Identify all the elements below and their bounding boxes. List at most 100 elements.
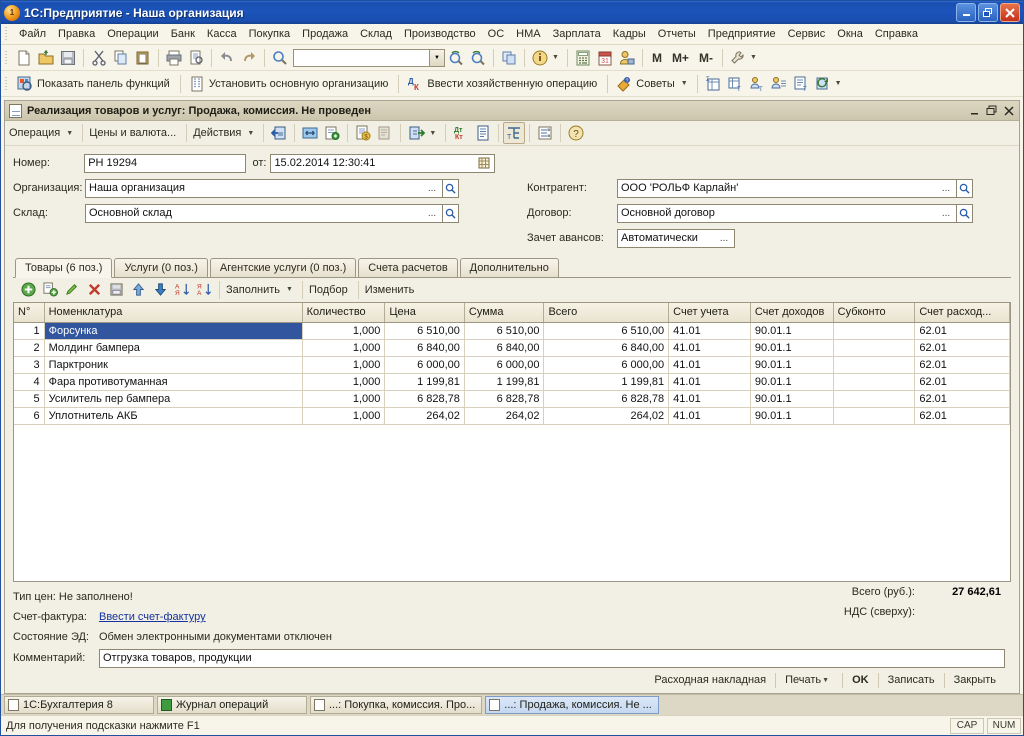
contract-open-icon[interactable] xyxy=(957,203,973,223)
cell-expense-account[interactable]: 62.01 xyxy=(914,373,1010,391)
table-row[interactable]: 2 Молдинг бампера 1,000 6 840,00 6 840,0… xyxy=(14,339,1010,357)
close-button[interactable] xyxy=(1000,3,1020,22)
new-document-icon[interactable] xyxy=(13,47,35,69)
cell-nomenclature[interactable]: Фара противотуманная xyxy=(44,373,303,391)
date-input[interactable]: 15.02.2014 12:30:41 xyxy=(270,153,495,173)
cell-income-account[interactable]: 90.01.1 xyxy=(750,407,834,425)
cell-price[interactable]: 6 510,00 xyxy=(384,322,465,340)
sort-descending-icon[interactable]: ЯА xyxy=(193,279,215,301)
cell-sum[interactable]: 6 840,00 xyxy=(464,339,545,357)
menu-warehouse[interactable]: Склад xyxy=(354,26,398,42)
memory-recall-button[interactable]: M xyxy=(647,51,667,65)
cell-subconto[interactable] xyxy=(833,373,916,391)
cell-sum[interactable]: 6 510,00 xyxy=(464,322,545,340)
move-down-icon[interactable] xyxy=(149,279,171,301)
tools-dropdown-icon[interactable]: ▼ xyxy=(749,54,761,61)
print-icon[interactable] xyxy=(163,47,185,69)
report-list-icon[interactable] xyxy=(768,73,790,95)
selection-button[interactable]: Подбор xyxy=(307,279,354,301)
cell-account[interactable]: 41.01 xyxy=(668,407,751,425)
cell-quantity[interactable]: 1,000 xyxy=(302,390,386,408)
cell-income-account[interactable]: 90.01.1 xyxy=(750,356,834,374)
tips-button[interactable]: ? Советы ▼ xyxy=(612,73,692,95)
col-account[interactable]: Счет учета xyxy=(668,303,751,323)
goods-table[interactable]: N° Номенклатура Количество Цена Сумма Вс… xyxy=(13,302,1011,582)
comment-input[interactable]: Отгрузка товаров, продукции xyxy=(99,648,1005,668)
minimize-button[interactable] xyxy=(956,3,976,22)
cell-subconto[interactable] xyxy=(833,390,916,408)
table-row[interactable]: 5 Усилитель пер бампера 1,000 6 828,78 6… xyxy=(14,390,1010,408)
info-icon[interactable] xyxy=(529,47,551,69)
cell-expense-account[interactable]: 62.01 xyxy=(914,356,1010,374)
tab-agency-services[interactable]: Агентские услуги (0 поз.) xyxy=(209,258,357,277)
advance-offset-input[interactable]: Автоматически ... xyxy=(617,228,735,248)
menu-file[interactable]: Файл xyxy=(13,26,52,42)
document-minimize-button[interactable] xyxy=(966,103,983,119)
repost-document-icon[interactable] xyxy=(299,122,321,144)
print-button[interactable]: Печать ▼ xyxy=(776,670,842,690)
cancel-posting-icon[interactable] xyxy=(321,122,343,144)
col-number[interactable]: N° xyxy=(14,303,45,323)
table-row[interactable]: 6 Уплотнитель АКБ 1,000 264,02 264,02 26… xyxy=(14,407,1010,425)
document-restore-button[interactable] xyxy=(983,103,1000,119)
cell-quantity[interactable]: 1,000 xyxy=(302,339,386,357)
delete-row-icon[interactable] xyxy=(83,279,105,301)
ok-button[interactable]: OK xyxy=(843,670,878,690)
report-sum-icon[interactable]: Σ xyxy=(702,73,724,95)
table-row[interactable]: 1 Форсунка 1,000 6 510,00 6 510,00 6 510… xyxy=(14,322,1010,340)
cell-account[interactable]: 41.01 xyxy=(668,390,751,408)
menu-hr[interactable]: Кадры xyxy=(607,26,652,42)
menu-reports[interactable]: Отчеты xyxy=(652,26,702,42)
calculator-icon[interactable] xyxy=(572,47,594,69)
document-register-icon[interactable] xyxy=(472,122,494,144)
tools-wrench-icon[interactable] xyxy=(727,47,749,69)
cell-total[interactable]: 6 828,78 xyxy=(543,390,670,408)
report-group-icon[interactable]: T xyxy=(746,73,768,95)
taskbar-item-journal[interactable]: Журнал операций xyxy=(157,696,307,714)
organization-select-icon[interactable]: ... xyxy=(424,180,440,197)
paste-icon[interactable] xyxy=(132,47,154,69)
cell-subconto[interactable] xyxy=(833,339,916,357)
taskbar-item-sale[interactable]: ...: Продажа, комиссия. Не ... xyxy=(485,696,659,714)
menu-production[interactable]: Производство xyxy=(398,26,482,42)
cell-income-account[interactable]: 90.01.1 xyxy=(750,390,834,408)
cell-quantity[interactable]: 1,000 xyxy=(302,322,386,340)
document-structure-icon[interactable]: T xyxy=(503,122,526,144)
undo-icon[interactable] xyxy=(216,47,238,69)
cell-income-account[interactable]: 90.01.1 xyxy=(750,322,834,340)
menu-service[interactable]: Сервис xyxy=(782,26,832,42)
organization-input[interactable]: Наша организация ... xyxy=(85,178,443,198)
postings-dt-kt-icon[interactable]: Дт Кт xyxy=(450,122,472,144)
menu-cash[interactable]: Касса xyxy=(201,26,243,42)
edit-row-icon[interactable] xyxy=(61,279,83,301)
cell-income-account[interactable]: 90.01.1 xyxy=(750,373,834,391)
col-subconto[interactable]: Субконто xyxy=(833,303,916,323)
organization-open-icon[interactable] xyxy=(443,178,459,198)
info-dropdown-icon[interactable]: ▼ xyxy=(551,54,563,61)
cell-income-account[interactable]: 90.01.1 xyxy=(750,339,834,357)
restore-button[interactable] xyxy=(978,3,998,22)
calendar-icon[interactable]: 31 xyxy=(594,47,616,69)
menu-sales[interactable]: Продажа xyxy=(296,26,354,42)
cell-total[interactable]: 1 199,81 xyxy=(543,373,670,391)
menu-salary[interactable]: Зарплата xyxy=(547,26,607,42)
mark-delete-icon[interactable] xyxy=(105,279,127,301)
operation-menu-button[interactable]: Операция ▼ xyxy=(7,122,78,144)
col-sum[interactable]: Сумма xyxy=(464,303,545,323)
tab-services[interactable]: Услуги (0 поз.) xyxy=(114,258,208,277)
search-icon[interactable] xyxy=(269,47,291,69)
cell-expense-account[interactable]: 62.01 xyxy=(914,322,1010,340)
actions-menu-button[interactable]: Действия ▼ xyxy=(191,122,259,144)
cell-price[interactable]: 264,02 xyxy=(384,407,465,425)
payment-document-icon[interactable]: $ xyxy=(352,122,374,144)
cell-quantity[interactable]: 1,000 xyxy=(302,356,386,374)
help-icon[interactable]: ? xyxy=(565,122,587,144)
secondary-toolbar-gripper[interactable] xyxy=(3,75,10,92)
cell-subconto[interactable] xyxy=(833,356,916,374)
cut-icon[interactable] xyxy=(88,47,110,69)
post-document-icon[interactable] xyxy=(268,122,290,144)
copy-icon[interactable] xyxy=(110,47,132,69)
warehouse-input[interactable]: Основной склад ... xyxy=(85,203,443,223)
cell-quantity[interactable]: 1,000 xyxy=(302,373,386,391)
change-button[interactable]: Изменить xyxy=(363,279,421,301)
